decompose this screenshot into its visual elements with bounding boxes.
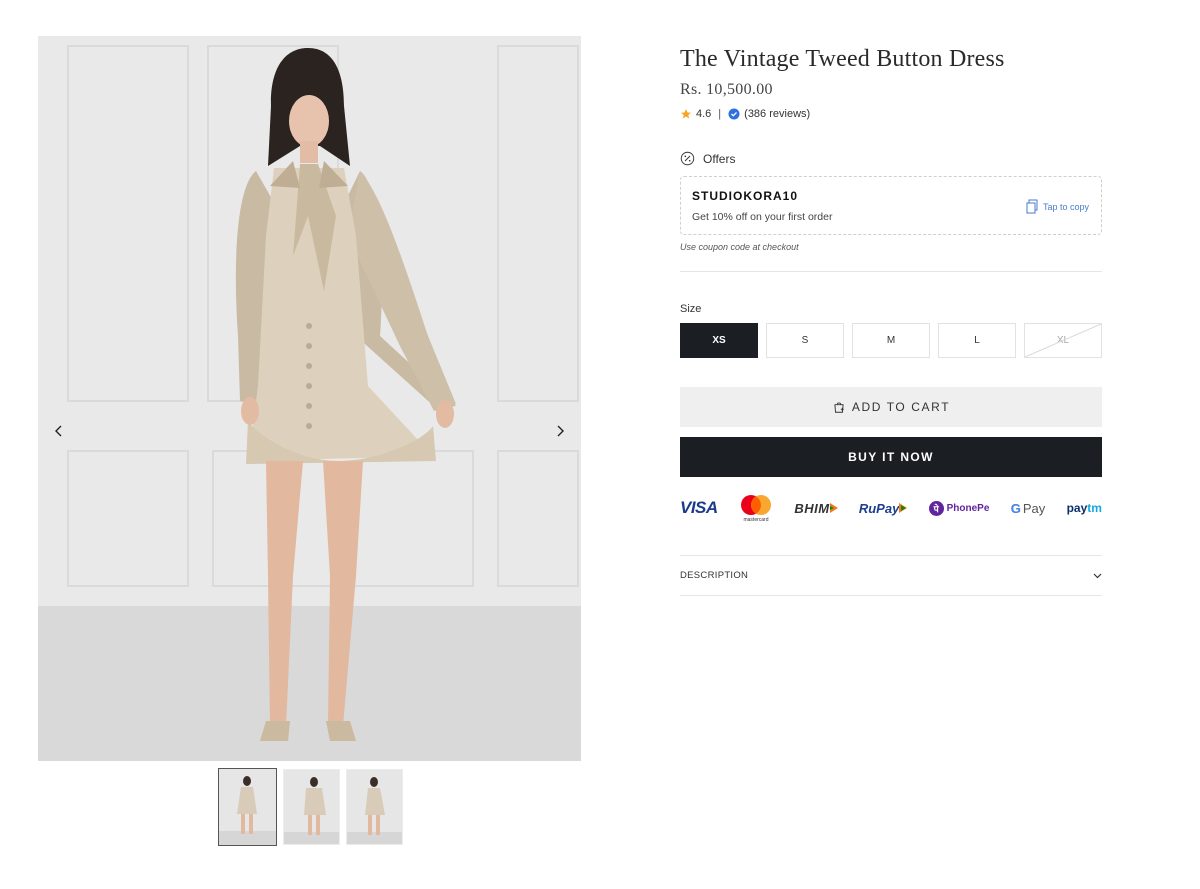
rating-separator: |	[718, 108, 722, 120]
buy-now-button[interactable]: BUY IT NOW	[680, 437, 1102, 477]
rupay-label: RuPay	[858, 500, 900, 516]
bhim-logo: BHIM	[794, 500, 838, 516]
bhim-label: BHIM	[794, 500, 830, 516]
thumbnail-strip	[218, 768, 403, 846]
size-option-label: S	[801, 335, 809, 346]
payment-methods: VISA mastercard BHIM RuPay पे PhonePe G …	[680, 492, 1102, 524]
mastercard-logo: mastercard	[739, 494, 773, 523]
size-option-l[interactable]: L	[938, 323, 1016, 358]
shopping-bag-icon	[832, 400, 846, 414]
mastercard-label: mastercard	[743, 516, 769, 523]
coupon-card[interactable]: STUDIOKORA10 Get 10% off on your first o…	[680, 176, 1102, 235]
rating-value: 4.6	[696, 108, 712, 120]
product-rating[interactable]: 4.6 | (386 reviews)	[680, 108, 1102, 120]
buy-now-label: BUY IT NOW	[848, 450, 934, 464]
size-option-label: L	[974, 335, 980, 346]
size-option-m[interactable]: M	[852, 323, 930, 358]
coupon-note: Use coupon code at checkout	[680, 242, 799, 252]
offers-label: Offers	[703, 151, 736, 166]
description-label: DESCRIPTION	[680, 570, 749, 581]
gpay-logo: G Pay	[1011, 501, 1046, 516]
review-count: (386 reviews)	[744, 108, 811, 120]
product-info-panel: The Vintage Tweed Button Dress Rs. 10,50…	[680, 40, 1102, 596]
chevron-down-icon	[1093, 573, 1102, 578]
product-title: The Vintage Tweed Button Dress	[680, 46, 1005, 72]
add-to-cart-label: ADD TO CART	[851, 400, 951, 414]
thumbnail-image	[347, 770, 402, 844]
paytm-logo: pay tm	[1067, 501, 1102, 515]
chevron-left-icon	[55, 425, 62, 437]
rupay-mark-icon	[899, 503, 908, 513]
product-main-image[interactable]	[38, 36, 581, 761]
bhim-mark-icon	[829, 503, 838, 513]
verified-badge-icon	[728, 108, 740, 120]
thumbnail-image	[219, 769, 276, 845]
copy-coupon-button[interactable]: Tap to copy	[1026, 199, 1089, 214]
percent-badge-icon	[680, 151, 695, 166]
thumbnail-1[interactable]	[218, 768, 277, 846]
phonepe-logo: पे PhonePe	[928, 500, 990, 516]
unavailable-strike	[1025, 324, 1101, 357]
gpay-pay-label: Pay	[1022, 500, 1046, 516]
size-option-xs[interactable]: XS	[680, 323, 758, 358]
star-icon	[680, 108, 692, 120]
size-option-label: XS	[712, 335, 726, 346]
visa-logo: VISA	[680, 498, 718, 517]
section-divider	[680, 271, 1102, 272]
paytm-tm-label: tm	[1087, 501, 1102, 515]
gallery-prev-button[interactable]	[44, 416, 74, 446]
size-label: Size	[680, 303, 702, 315]
product-photo	[38, 36, 581, 761]
phonepe-label: PhonePe	[946, 502, 990, 514]
gpay-g-label: G	[1010, 500, 1021, 516]
thumbnail-2[interactable]	[283, 769, 340, 845]
add-to-cart-button[interactable]: ADD TO CART	[680, 387, 1102, 427]
thumbnail-image	[284, 770, 339, 844]
mastercard-icon	[741, 494, 771, 515]
product-price: Rs. 10,500.00	[680, 81, 773, 98]
chevron-right-icon	[557, 425, 564, 437]
rupay-logo: RuPay	[858, 500, 908, 516]
size-option-xl[interactable]: XL	[1024, 323, 1102, 358]
offers-heading: Offers	[680, 151, 1102, 166]
copy-icon	[1026, 199, 1038, 214]
paytm-pay-label: pay	[1066, 501, 1088, 515]
size-selector: XS S M L XL	[680, 323, 1102, 358]
size-option-label: M	[886, 335, 896, 346]
thumbnail-3[interactable]	[346, 769, 403, 845]
gallery-next-button[interactable]	[545, 416, 575, 446]
phonepe-icon: पे	[928, 500, 944, 516]
size-option-s[interactable]: S	[766, 323, 844, 358]
copy-label: Tap to copy	[1042, 201, 1089, 212]
description-accordion[interactable]: DESCRIPTION	[680, 555, 1102, 596]
